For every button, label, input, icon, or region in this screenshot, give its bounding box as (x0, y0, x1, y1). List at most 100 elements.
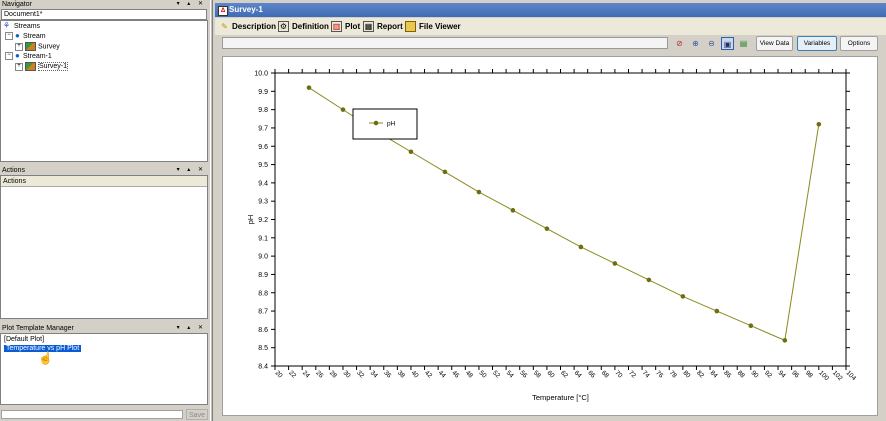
zoom-reset-icon[interactable]: ⊘ (673, 37, 686, 50)
survey-toolbar: ✎ Description ⚙ Definition ▥ Plot ▦ Report F… (215, 18, 886, 35)
x-tick-label: 56 (518, 369, 528, 379)
tree-item-stream-1[interactable]: − ● Stream-1 (5, 52, 52, 62)
tree-label: Stream-1 (23, 53, 52, 60)
legend-label: pH (387, 121, 396, 128)
x-tick-label: 48 (464, 369, 474, 379)
streams-icon: ⚘ (3, 21, 11, 31)
x-tick-label: 78 (668, 369, 678, 379)
expand-icon[interactable]: + (15, 42, 23, 51)
definition-icon: ⚙ (278, 21, 289, 32)
options-button[interactable]: Options (840, 36, 878, 51)
definition-tab[interactable]: ⚙ Definition (278, 20, 329, 33)
x-tick-label: 22 (287, 369, 297, 379)
ptm-list: [Default Plot] Temperature vs pH Plot ☝ (0, 333, 208, 405)
description-tab[interactable]: ✎ Description (220, 20, 276, 33)
tree-item-stream[interactable]: − ● Stream (5, 32, 46, 42)
zoom-out-icon[interactable]: ⊖ (705, 37, 718, 50)
actions-panel: Actions (0, 175, 208, 319)
y-tick-label: 8.7 (258, 309, 268, 316)
pane-controls-icon[interactable]: ▾ ▴ ✕ (177, 0, 206, 9)
plot-filter-bar[interactable] (222, 37, 668, 49)
x-tick-label: 94 (777, 369, 787, 379)
data-point (612, 261, 618, 266)
tree-label: Survey (38, 43, 60, 51)
save-button[interactable]: Save (186, 409, 208, 420)
data-point (510, 208, 516, 213)
x-tick-label: 84 (709, 369, 719, 379)
pane-controls-icon[interactable]: ▾ ▴ ✕ (177, 324, 206, 333)
pane-splitter[interactable] (210, 0, 213, 421)
document-tab[interactable]: Document1* (1, 9, 207, 20)
tree-label: Streams (14, 23, 41, 30)
x-tick-label: 62 (559, 369, 569, 379)
ptm-title: Plot Template Manager (2, 325, 74, 332)
data-point (646, 277, 652, 283)
x-tick-label: 76 (654, 369, 664, 379)
x-tick-label: 38 (396, 369, 406, 379)
y-tick-label: 9.6 (258, 144, 268, 151)
data-point (544, 226, 550, 231)
y-tick-label: 8.8 (258, 290, 268, 297)
x-tick-label: 50 (478, 369, 488, 379)
x-tick-label: 24 (301, 369, 311, 379)
y-tick-label: 8.9 (258, 272, 268, 279)
x-tick-label: 66 (586, 369, 596, 379)
survey-window-title: Δ Survey-1 (215, 3, 886, 17)
x-tick-label: 42 (423, 369, 433, 379)
survey-icon (25, 62, 36, 71)
plot-area: 8.4 8.5 8.6 8.7 8.8 8.9 9.0 9.1 9.2 9.3 9.4 9.5 9.6 9… (222, 56, 878, 416)
x-tick-label: 98 (804, 369, 814, 379)
legend-box (352, 108, 418, 140)
x-tick-label: 68 (600, 369, 610, 379)
plot-tab[interactable]: ▥ Plot (331, 20, 360, 33)
plot-chart-icon: ▥ (331, 21, 342, 32)
pane-controls-icon[interactable]: ▾ ▴ ✕ (177, 166, 206, 175)
tree-item-streams[interactable]: ⚘ Streams (3, 22, 40, 32)
x-tick-label: 46 (450, 369, 460, 379)
x-tick-label: 30 (342, 369, 352, 379)
y-tick-label: 8.5 (258, 345, 268, 352)
collapse-icon[interactable]: − (5, 52, 13, 61)
x-tick-label: 80 (681, 369, 691, 379)
x-tick-label: 92 (763, 369, 773, 379)
report-icon: ▦ (363, 21, 374, 32)
tree-item-survey-1[interactable]: + Survey-1 (15, 62, 69, 72)
view-data-button[interactable]: View Data (756, 36, 793, 51)
x-tick-label: 88 (736, 369, 746, 379)
y-tick-label: 10.0 (254, 71, 268, 78)
definition-label: Definition (292, 22, 329, 31)
x-tick-label: 96 (790, 369, 800, 379)
data-point (748, 323, 754, 329)
image-icon[interactable]: ▣ (721, 37, 734, 50)
template-name-input[interactable] (1, 410, 183, 419)
y-tick-label: 9.9 (258, 89, 268, 96)
variables-button[interactable]: Variables (797, 36, 837, 51)
y-tick-label: 9.0 (258, 254, 268, 261)
data-point (306, 85, 312, 90)
stream-drop-icon: ● (15, 51, 20, 61)
file-viewer-tab[interactable]: File Viewer (405, 20, 461, 33)
report-tab[interactable]: ▦ Report (363, 20, 403, 33)
data-point (782, 338, 788, 343)
expand-icon[interactable]: + (15, 62, 23, 71)
y-tick-label: 9.3 (258, 199, 268, 206)
tree-label: Stream (23, 33, 46, 40)
x-axis-label: Temperature [°C] (532, 393, 589, 402)
survey-window-icon: Δ (218, 6, 228, 16)
zoom-in-icon[interactable]: ⊕ (689, 37, 702, 50)
collapse-icon[interactable]: − (5, 32, 13, 41)
legend-marker (373, 120, 379, 126)
data-point (680, 294, 686, 299)
actions-title-bar: Actions ▾ ▴ ✕ (0, 166, 208, 175)
navigator-title-bar: Navigator ▾ ▴ ✕ (0, 0, 208, 9)
data-point (408, 149, 414, 155)
x-tick-label: 58 (532, 369, 542, 379)
export-icon[interactable]: ▤ (737, 37, 750, 50)
stream-drop-icon: ● (15, 31, 20, 41)
tree-item-survey[interactable]: + Survey (15, 42, 60, 52)
y-tick-label: 9.2 (258, 217, 268, 224)
actions-header: Actions (1, 176, 207, 187)
navigator-tree: ⚘ Streams − ● Stream + Survey − ● Stream-1 + Su… (0, 20, 208, 162)
data-point (340, 107, 346, 112)
actions-title: Actions (2, 167, 25, 174)
